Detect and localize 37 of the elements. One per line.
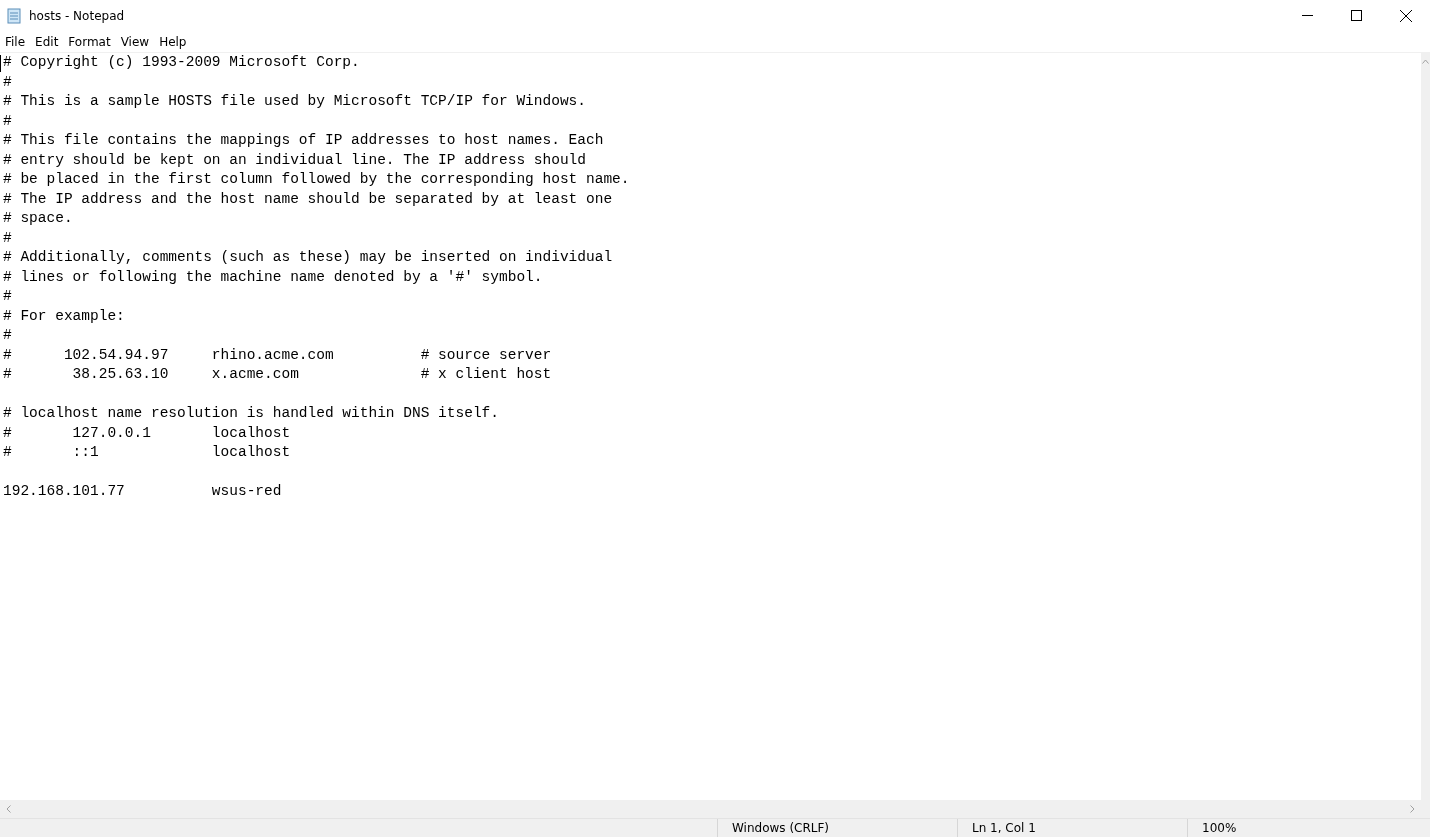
text-line: # entry should be kept on an individual line. The IP address should <box>3 150 586 170</box>
menu-item[interactable]: File <box>0 34 31 49</box>
text-line: # <box>3 111 12 131</box>
menu-item[interactable]: Edit <box>30 34 64 49</box>
menu-item[interactable]: Help <box>154 34 192 49</box>
menu-item[interactable]: View <box>115 34 155 49</box>
status-text: Windows (CRLF) <box>732 821 830 835</box>
menu-item[interactable]: Format <box>63 34 116 49</box>
maximize-icon <box>1351 10 1362 21</box>
text-line: # Copyright (c) 1993-2009 Microsoft Corp. <box>3 53 360 72</box>
text-line: # For example: <box>3 306 125 326</box>
text-line: # 102.54.94.97 rhino.acme.com # source server <box>3 345 552 365</box>
text-line: 192.168.101.77 wsus-red <box>3 482 282 501</box>
notepad-icon <box>6 7 22 24</box>
text-line: # 127.0.0.1 localhost <box>3 423 291 443</box>
text-line: # <box>3 287 12 306</box>
text-line: # <box>3 72 12 92</box>
text-line: # The IP address and the host name should be separated by at least one <box>3 189 613 209</box>
text-line: # <box>3 228 12 248</box>
text-line: # This is a sample HOSTS file used by Microsoft TCP/IP for Windows. <box>3 92 586 111</box>
text-line: # space. <box>3 209 73 228</box>
text-line: # ::1 localhost <box>3 443 291 462</box>
window-title: hosts - Notepad <box>29 8 126 23</box>
text-cursor <box>0 55 1 72</box>
text-line: # be placed in the first column followed by the corresponding host name. <box>3 170 630 189</box>
close-icon <box>1399 9 1412 22</box>
text-line: # This file contains the mappings of IP addresses to host names. Each <box>3 131 604 150</box>
status-text: 100% <box>1202 821 1237 835</box>
scroll-right-icon[interactable] <box>1410 805 1415 813</box>
scroll-left-icon[interactable] <box>6 805 11 813</box>
text-line: # 38.25.63.10 x.acme.com # x client host <box>3 365 552 384</box>
text-line: # localhost name resolution is handled within DNS itself. <box>3 404 499 423</box>
text-line: # Additionally, comments (such as these) may be inserted on individual <box>3 248 613 267</box>
text-line: # <box>3 326 12 345</box>
text-line: # lines or following the machine name denoted by a '#' symbol. <box>3 267 543 287</box>
scroll-up-icon[interactable] <box>1422 59 1429 64</box>
status-text: Ln 1, Col 1 <box>972 821 1036 835</box>
